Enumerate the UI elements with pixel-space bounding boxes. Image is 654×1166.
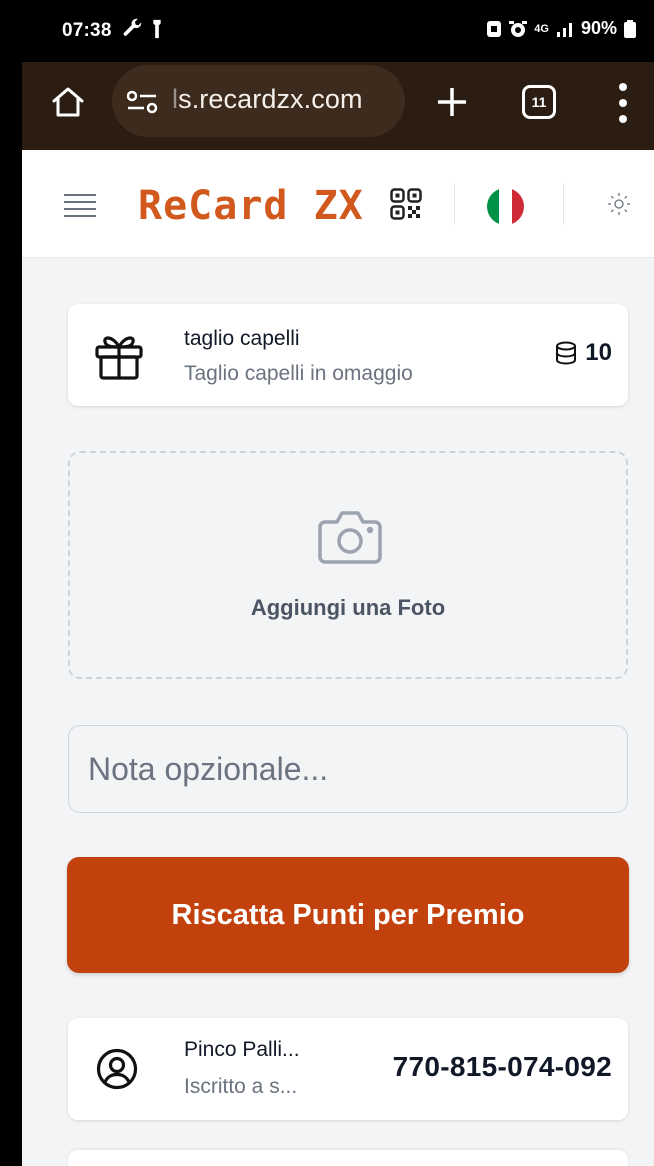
- url-text: ls.recardzx.com: [172, 84, 363, 114]
- customer-card-code: 770-815-074-092: [392, 1051, 612, 1082]
- points-value: 10: [585, 339, 612, 366]
- reward-card: taglio capelli Taglio capelli in omaggio…: [68, 304, 628, 406]
- header-divider: [454, 183, 455, 225]
- wrench-icon: [123, 18, 142, 36]
- more-options-icon[interactable]: [616, 81, 630, 125]
- status-right: 4G 90%: [486, 18, 636, 39]
- address-bar[interactable]: ls.recardzx.com: [112, 65, 405, 137]
- coins-icon: [556, 341, 577, 365]
- header-divider: [563, 183, 564, 225]
- hamburger-menu-icon[interactable]: [64, 194, 96, 217]
- alarm-icon: [509, 20, 528, 37]
- customer-name: Pinco Palli...: [184, 1038, 300, 1061]
- site-settings-icon[interactable]: [124, 89, 160, 115]
- browser-toolbar: ls.recardzx.com 11: [22, 62, 654, 150]
- page: ReCard ZX taglio capelli Taglio capelli …: [22, 150, 654, 1166]
- signal-icon: [556, 22, 572, 37]
- add-photo-dropzone[interactable]: Aggiungi una Foto: [68, 451, 628, 679]
- user-circle-icon: [96, 1048, 138, 1090]
- reward-description: Taglio capelli in omaggio: [184, 362, 413, 385]
- gift-icon: [95, 336, 143, 380]
- redeem-points-button[interactable]: Riscatta Punti per Premio: [67, 857, 629, 973]
- theme-toggle-icon[interactable]: [607, 192, 631, 216]
- status-left-icons: [122, 18, 164, 40]
- add-photo-label: Aggiungi una Foto: [250, 595, 446, 620]
- status-bar: 07:38 4G 90%: [0, 0, 654, 62]
- customer-card[interactable]: Pinco Palli... Iscritto a s... 770-815-0…: [68, 1018, 628, 1120]
- app-logo[interactable]: ReCard ZX: [138, 182, 364, 230]
- camera-icon: [318, 511, 382, 564]
- next-card: [68, 1150, 628, 1166]
- battery-icon: [624, 19, 636, 38]
- qr-code-icon[interactable]: [390, 188, 422, 220]
- note-input[interactable]: [68, 725, 628, 813]
- reward-title: taglio capelli: [184, 327, 300, 350]
- reward-points: 10: [555, 339, 612, 367]
- lock-icon: [487, 20, 502, 37]
- new-tab-icon[interactable]: [432, 82, 472, 122]
- home-icon[interactable]: [50, 84, 86, 120]
- customer-subtitle: Iscritto a s...: [184, 1075, 298, 1098]
- security-key-icon: [153, 19, 161, 39]
- tab-switcher-button[interactable]: 11: [522, 85, 556, 119]
- italy-flag-icon[interactable]: [487, 188, 524, 225]
- status-time: 07:38: [62, 20, 112, 41]
- app-header: ReCard ZX: [22, 150, 654, 258]
- network-label: 4G: [534, 22, 549, 35]
- battery-label: 90%: [580, 18, 617, 38]
